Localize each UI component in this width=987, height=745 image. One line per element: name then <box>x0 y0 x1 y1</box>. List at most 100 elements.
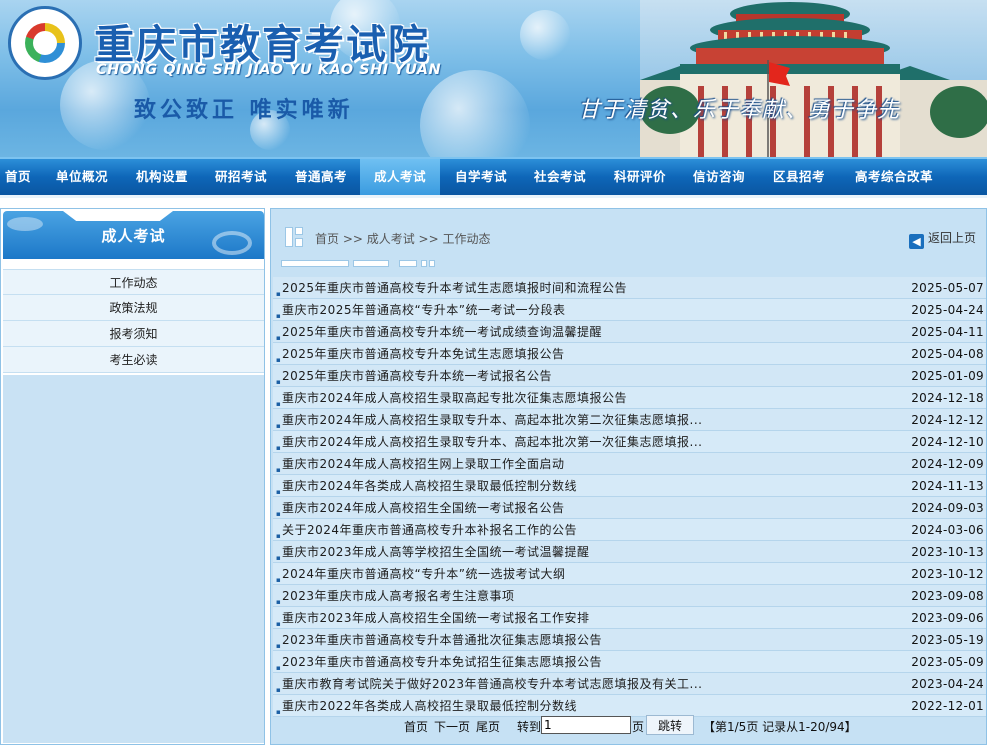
news-date: 2023-04-24 <box>911 677 984 691</box>
news-title-link[interactable]: 重庆市2025年普通高校“专升本”统一考试一分段表 <box>282 299 565 321</box>
nav-item-organization[interactable]: 机构设置 <box>128 159 196 195</box>
news-row: ▪ 重庆市2023年成人高校招生全国统一考试报名工作安排 2023-09-06 <box>273 607 986 629</box>
news-list: ▪ 2025年重庆市普通高校专升本考试生志愿填报时间和流程公告 2025-05-07… <box>273 277 986 717</box>
pagination: 首页 下一页 尾页 转到 页 跳转 【第1/5页 记录从1-20/94】 <box>271 714 986 738</box>
news-title-link[interactable]: 重庆市2023年成人高等学校招生全国统一考试温馨提醒 <box>282 541 590 563</box>
news-title-link[interactable]: 2023年重庆市普通高校专升本免试招生征集志愿填报公告 <box>282 651 602 673</box>
news-title-link[interactable]: 2023年重庆市成人高考报名考生注意事项 <box>282 585 515 607</box>
arrow-left-icon: ◀ <box>908 234 924 249</box>
news-row: ▪ 重庆市2025年普通高校“专升本”统一考试一分段表 2025-04-24 <box>273 299 986 321</box>
news-row: ▪ 重庆市2024年成人高校招生全国统一考试报名公告 2024-09-03 <box>273 497 986 519</box>
news-title-link[interactable]: 2025年重庆市普通高校专升本考试生志愿填报时间和流程公告 <box>282 277 627 299</box>
news-title-link[interactable]: 重庆市2024年成人高校招生网上录取工作全面启动 <box>282 453 565 475</box>
news-title-link[interactable]: 关于2024年重庆市普通高校专升本补报名工作的公告 <box>282 519 577 541</box>
news-title-link[interactable]: 重庆市2023年成人高校招生全国统一考试报名工作安排 <box>282 607 590 629</box>
news-date: 2023-10-12 <box>911 567 984 581</box>
sidebar: 成人考试 工作动态 政策法规 报考须知 考生必读 <box>0 208 265 745</box>
news-date: 2025-04-11 <box>911 325 984 339</box>
site-slogan: 甘于清贫、乐于奉献、勇于争先 <box>578 98 901 123</box>
news-date: 2023-05-19 <box>911 633 984 647</box>
sidebar-item-work-news[interactable]: 工作动态 <box>3 269 264 295</box>
bubble-decoration <box>520 10 570 60</box>
news-title-link[interactable]: 2023年重庆市普通高校专升本普通批次征集志愿填报公告 <box>282 629 602 651</box>
news-date: 2025-04-08 <box>911 347 984 361</box>
news-row: ▪ 2025年重庆市普通高校专升本统一考试报名公告 2025-01-09 <box>273 365 986 387</box>
news-date: 2025-05-07 <box>911 281 984 295</box>
grid-icon <box>285 227 305 247</box>
news-date: 2023-09-06 <box>911 611 984 625</box>
news-row: ▪ 2023年重庆市普通高校专升本免试招生征集志愿填报公告 2023-05-09 <box>273 651 986 673</box>
nav-item-district-admission[interactable]: 区县招考 <box>765 159 833 195</box>
news-title-link[interactable]: 2025年重庆市普通高校专升本统一考试成绩查询温馨提醒 <box>282 321 602 343</box>
sidebar-item-policies[interactable]: 政策法规 <box>3 295 264 321</box>
news-title-link[interactable]: 重庆市2024年成人高校招生录取专升本、高起本批次第二次征集志愿填报... <box>282 409 703 431</box>
nav-item-home[interactable]: 首页 <box>0 159 36 195</box>
news-row: ▪ 2024年重庆市普通高校“专升本”统一选拔考试大纲 2023-10-12 <box>273 563 986 585</box>
news-date: 2023-09-08 <box>911 589 984 603</box>
nav-item-about[interactable]: 单位概况 <box>48 159 116 195</box>
page-info: 【第1/5页 记录从1-20/94】 <box>703 720 857 734</box>
breadcrumb-bar: 首页 >> 成人考试 >> 工作动态 ◀ 返回上页 <box>271 209 986 257</box>
exam-institute-logo-icon[interactable] <box>8 6 82 80</box>
last-page-link[interactable]: 尾页 <box>476 718 500 735</box>
news-date: 2024-12-18 <box>911 391 984 405</box>
news-title-link[interactable]: 重庆市2024年成人高校招生录取专升本、高起本批次第一次征集志愿填报... <box>282 431 703 453</box>
nav-item-social-exam[interactable]: 社会考试 <box>526 159 594 195</box>
site-banner: 重庆市教育考试院 CHONG QING SHI JIAO YU KAO SHI … <box>0 0 987 157</box>
news-title-link[interactable]: 2025年重庆市普通高校专升本免试生志愿填报公告 <box>282 343 565 365</box>
news-row: ▪ 重庆市2024年成人高校招生录取高起专批次征集志愿填报公告 2024-12-18 <box>273 387 986 409</box>
news-row: ▪ 2023年重庆市普通高校专升本普通批次征集志愿填报公告 2023-05-19 <box>273 629 986 651</box>
nav-item-self-study-exam[interactable]: 自学考试 <box>447 159 515 195</box>
news-title-link[interactable]: 2024年重庆市普通高校“专升本”统一选拔考试大纲 <box>282 563 565 585</box>
nav-item-gaokao[interactable]: 普通高考 <box>287 159 355 195</box>
main-panel: 首页 >> 成人考试 >> 工作动态 ◀ 返回上页 ▪ 2025年重庆市普通高校专升… <box>270 208 987 745</box>
news-date: 2025-04-24 <box>911 303 984 317</box>
news-row: ▪ 2025年重庆市普通高校专升本免试生志愿填报公告 2025-04-08 <box>273 343 986 365</box>
nav-item-adult-exam[interactable]: 成人考试 <box>360 159 440 195</box>
news-row: ▪ 重庆市教育考试院关于做好2023年普通高校专升本考试志愿填报及有关工... 20… <box>273 673 986 695</box>
first-page-link[interactable]: 首页 <box>404 718 428 735</box>
main-nav: 首页 单位概况 机构设置 研招考试 普通高考 成人考试 自学考试 社会考试 科研… <box>0 157 987 198</box>
breadcrumb[interactable]: 首页 >> 成人考试 >> 工作动态 <box>315 230 490 247</box>
news-row: ▪ 重庆市2024年成人高校招生录取专升本、高起本批次第一次征集志愿填报... 20… <box>273 431 986 453</box>
sidebar-item-candidate-must-read[interactable]: 考生必读 <box>3 347 264 373</box>
sidebar-fill <box>3 375 264 743</box>
news-date: 2024-03-06 <box>911 523 984 537</box>
page-number-input[interactable] <box>541 716 631 734</box>
back-button-label: 返回上页 <box>927 231 976 245</box>
news-date: 2023-10-13 <box>911 545 984 559</box>
bubble-decoration <box>420 70 530 157</box>
site-pinyin-title: CHONG QING SHI JIAO YU KAO SHI YUAN <box>96 62 442 78</box>
nav-item-petition[interactable]: 信访咨询 <box>685 159 753 195</box>
nav-item-research[interactable]: 科研评价 <box>606 159 674 195</box>
news-row: ▪ 2023年重庆市成人高考报名考生注意事项 2023-09-08 <box>273 585 986 607</box>
news-date: 2024-12-10 <box>911 435 984 449</box>
sidebar-title: 成人考试 <box>101 227 166 245</box>
news-title-link[interactable]: 重庆市2024年成人高校招生录取高起专批次征集志愿填报公告 <box>282 387 627 409</box>
sidebar-item-application-notes[interactable]: 报考须知 <box>3 321 264 347</box>
news-date: 2024-09-03 <box>911 501 984 515</box>
back-button[interactable]: ◀ 返回上页 <box>908 229 976 249</box>
jump-button[interactable]: 跳转 <box>646 715 694 735</box>
news-row: ▪ 重庆市2024年成人高校招生网上录取工作全面启动 2024-12-09 <box>273 453 986 475</box>
sidebar-header: 成人考试 <box>3 211 264 259</box>
nav-item-graduate-exam[interactable]: 研招考试 <box>207 159 275 195</box>
goto-label: 转到 <box>517 720 542 734</box>
news-title-link[interactable]: 重庆市2024年各类成人高校招生录取最低控制分数线 <box>282 475 577 497</box>
site-motto: 致公致正 唯实唯新 <box>134 98 354 123</box>
divider-decoration <box>281 260 441 268</box>
news-title-link[interactable]: 重庆市教育考试院关于做好2023年普通高校专升本考试志愿填报及有关工... <box>282 673 703 695</box>
next-page-link[interactable]: 下一页 <box>434 718 470 735</box>
news-date: 2025-01-09 <box>911 369 984 383</box>
news-title-link[interactable]: 2025年重庆市普通高校专升本统一考试报名公告 <box>282 365 552 387</box>
news-row: ▪ 2025年重庆市普通高校专升本统一考试成绩查询温馨提醒 2025-04-11 <box>273 321 986 343</box>
nav-item-gaokao-reform[interactable]: 高考综合改革 <box>845 159 943 195</box>
news-row: ▪ 重庆市2024年成人高校招生录取专升本、高起本批次第二次征集志愿填报... 20… <box>273 409 986 431</box>
news-row: ▪ 关于2024年重庆市普通高校专升本补报名工作的公告 2024-03-06 <box>273 519 986 541</box>
news-date: 2024-12-09 <box>911 457 984 471</box>
news-date: 2023-05-09 <box>911 655 984 669</box>
news-date: 2024-12-12 <box>911 413 984 427</box>
page-unit-label: 页 <box>632 720 645 734</box>
news-row: ▪ 重庆市2024年各类成人高校招生录取最低控制分数线 2024-11-13 <box>273 475 986 497</box>
news-title-link[interactable]: 重庆市2024年成人高校招生全国统一考试报名公告 <box>282 497 565 519</box>
